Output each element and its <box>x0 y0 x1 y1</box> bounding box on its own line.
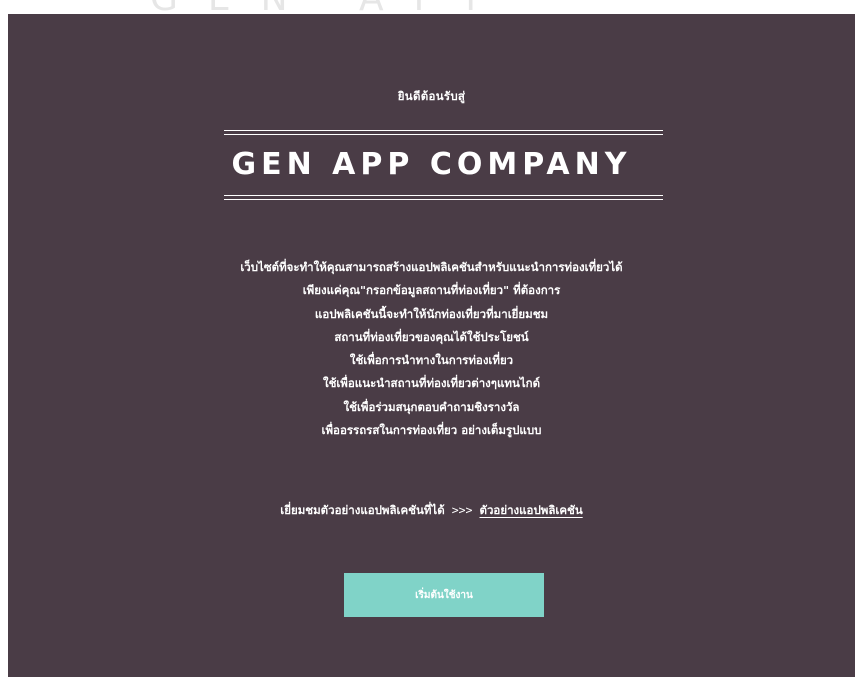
divider-bottom-outer <box>224 199 663 200</box>
example-prefix-text: เยี่ยมชมตัวอย่างแอปพลิเคชันที่ได้ <box>280 503 445 517</box>
description-line: ใช้เพื่อร่วมสนุกตอบคำถามชิงรางวัล <box>343 399 520 414</box>
divider-bottom-inner <box>224 195 663 196</box>
description-line: แอปพลิเคชันนี้จะทำให้นักท่องเที่ยวที่มาเ… <box>314 306 549 321</box>
description-line: เพียงแค่คุณ"กรอกข้อมูลสถานที่ท่องเที่ยว"… <box>302 283 561 298</box>
top-header-strip: GEN APP <box>0 0 863 14</box>
company-title: GEN APP COMPANY <box>231 147 632 182</box>
header-logo-fragment: GEN APP <box>150 0 517 14</box>
example-arrows: >>> <box>451 503 473 517</box>
welcome-text: ยินดีต้อนรับสู่ <box>397 89 466 103</box>
description-line: สถานที่ท่องเที่ยวของคุณได้ใช้ประโยชน์ <box>334 329 529 344</box>
hero-panel: ยินดีต้อนรับสู่ GEN APP COMPANY เว็บไซต์… <box>8 14 855 677</box>
description-line: ใช้เพื่อการนำทางในการท่องเที่ยว <box>349 353 514 368</box>
start-button[interactable]: เริ่มต้นใช้งาน <box>344 573 544 617</box>
example-apps-line: เยี่ยมชมตัวอย่างแอปพลิเคชันที่ได้ >>> ตั… <box>8 502 855 520</box>
divider-top-outer <box>224 130 663 131</box>
example-apps-link[interactable]: ตัวอย่างแอปพลิเคชัน <box>480 503 583 517</box>
divider-top-inner <box>224 134 663 135</box>
description-line: เว็บไซต์ที่จะทำให้คุณสามารถสร้างแอปพลิเค… <box>240 260 623 274</box>
description-line: เพื่ออรรถรสในการท่องเที่ยว อย่างเต็มรูปแ… <box>321 423 542 438</box>
description-line: ใช้เพื่อแนะนำสถานที่ท่องเที่ยวต่างๆแทนไก… <box>322 376 541 391</box>
description-list: เว็บไซต์ที่จะทำให้คุณสามารถสร้างแอปพลิเค… <box>8 256 855 442</box>
